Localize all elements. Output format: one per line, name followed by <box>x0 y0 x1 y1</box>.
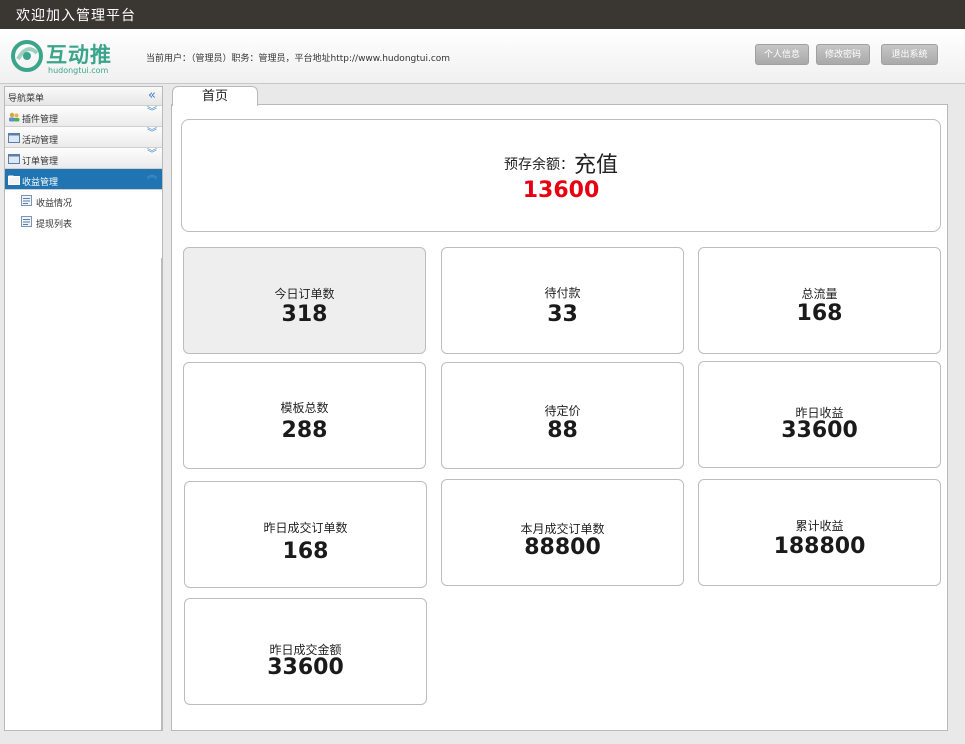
change-password-button[interactable]: 修改密码 <box>816 44 870 65</box>
sidebar-item-label: 活动管理 <box>22 136 59 146</box>
stat-value: 88 <box>547 418 578 443</box>
stat-value: 88800 <box>524 535 601 560</box>
sidebar-subitem-withdrawal-list[interactable]: 提现列表 <box>5 211 162 232</box>
header: 互动推 hudongtui.com 当前用户：（管理员）职务：管理员，平台地址h… <box>0 29 965 84</box>
stat-card-total-earnings[interactable]: 累计收益 188800 <box>698 479 941 586</box>
sidebar-item-label: 订单管理 <box>22 157 59 167</box>
profile-button[interactable]: 个人信息 <box>755 44 809 65</box>
stat-value: 168 <box>282 539 329 564</box>
balance-label-row: 预存余额：充值 <box>182 147 940 179</box>
stat-value: 33600 <box>781 418 858 443</box>
stat-card-yesterday-amount[interactable]: 昨日成交金额 33600 <box>184 598 427 705</box>
chevron-double-down-icon: ︾ <box>147 149 157 160</box>
recharge-link[interactable]: 充值 <box>574 153 618 178</box>
sidebar-subitem-label: 收益情况 <box>36 199 73 209</box>
stat-label: 昨日成交订单数 <box>263 521 348 535</box>
stat-value: 33 <box>547 302 578 327</box>
logo-name: 互动推 <box>46 43 112 67</box>
users-icon <box>9 112 20 122</box>
sidebar-subitem-label: 提现列表 <box>36 220 73 230</box>
sidebar-item-plugins[interactable]: 插件管理 ︾ <box>5 106 162 127</box>
stat-card-today-orders[interactable]: 今日订单数 318 <box>183 247 426 354</box>
sidebar-title: 导航菜单 <box>8 94 45 104</box>
sidebar-item-earnings[interactable]: 收益管理 ︽ <box>5 169 162 190</box>
sidebar-item-activities[interactable]: 活动管理 ︾ <box>5 127 162 148</box>
stat-card-pending-payment[interactable]: 待付款 33 <box>441 247 684 354</box>
sidebar-item-label: 插件管理 <box>22 115 59 125</box>
stat-card-yesterday-deals[interactable]: 昨日成交订单数 168 <box>184 481 427 588</box>
tab-home[interactable]: 首页 <box>172 86 258 106</box>
stat-value: 168 <box>796 301 843 326</box>
stat-label: 总流量 <box>801 287 838 301</box>
logo-domain: hudongtui.com <box>48 66 109 75</box>
stat-card-yesterday-earnings[interactable]: 昨日收益 33600 <box>698 361 941 468</box>
chevron-double-up-icon: ︽ <box>147 170 157 181</box>
document-icon <box>21 195 32 206</box>
stat-card-month-deals[interactable]: 本月成交订单数 88800 <box>441 479 684 586</box>
stat-value: 318 <box>281 302 328 327</box>
balance-value: 13600 <box>522 178 600 203</box>
window-icon <box>8 154 20 164</box>
stat-value: 33600 <box>267 655 344 680</box>
logout-button[interactable]: 退出系统 <box>881 44 938 65</box>
sidebar-subitem-earnings-overview[interactable]: 收益情况 <box>5 190 162 211</box>
stat-label: 今日订单数 <box>274 287 335 301</box>
stat-label: 累计收益 <box>795 519 844 533</box>
collapse-sidebar-icon[interactable]: « <box>148 88 156 103</box>
title-bar: 欢迎加入管理平台 <box>0 0 965 29</box>
stat-value: 188800 <box>773 534 866 559</box>
window-title: 欢迎加入管理平台 <box>16 8 136 24</box>
stat-label: 待定价 <box>544 404 581 418</box>
logo-mark-icon <box>11 40 43 72</box>
window-icon <box>8 133 20 143</box>
user-info: 当前用户：（管理员）职务：管理员，平台地址http://www.hudongtu… <box>146 54 451 64</box>
balance-card: 预存余额：充值 13600 <box>181 119 941 232</box>
sidebar-header: 导航菜单 « <box>5 87 162 106</box>
stat-label: 待付款 <box>544 286 581 300</box>
chevron-double-down-icon: ︾ <box>147 128 157 139</box>
logo: 互动推 hudongtui.com <box>10 37 120 77</box>
sidebar-item-label: 收益管理 <box>22 178 59 188</box>
chevron-double-down-icon: ︾ <box>147 107 157 118</box>
stat-card-template-total[interactable]: 模板总数 288 <box>183 362 426 469</box>
stat-label: 模板总数 <box>280 401 329 415</box>
stat-card-pending-pricing[interactable]: 待定价 88 <box>441 362 684 469</box>
sidebar-scrollbar[interactable] <box>161 258 163 730</box>
balance-label: 预存余额： <box>503 157 574 173</box>
folder-icon <box>8 175 20 185</box>
sidebar: 导航菜单 « 插件管理 ︾ 活动管理 ︾ 订单管理 ︾ 收益管理 ︽ 收益情况 … <box>4 86 163 731</box>
document-icon <box>21 216 32 227</box>
stat-value: 288 <box>281 418 328 443</box>
sidebar-item-orders[interactable]: 订单管理 ︾ <box>5 148 162 169</box>
stat-card-total-traffic[interactable]: 总流量 168 <box>698 247 941 354</box>
